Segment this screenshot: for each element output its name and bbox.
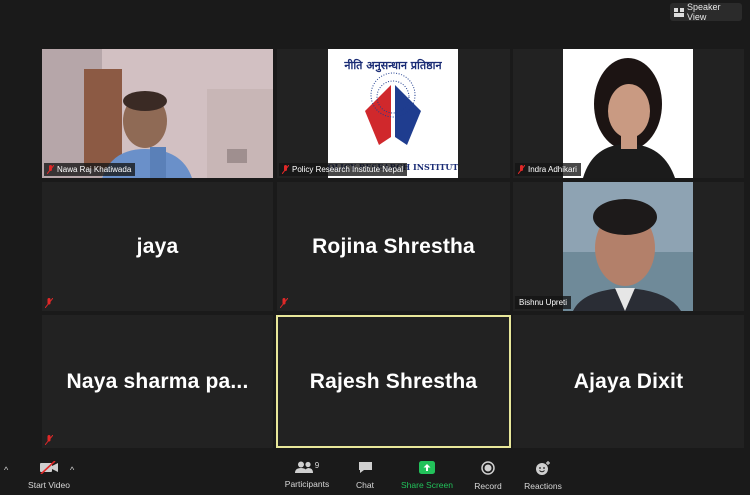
participant-tile-rajesh[interactable]: Rajesh Shrestha [276, 315, 511, 448]
meeting-toolbar: ^ Start Video ^ 9 Participants Chat Shar… [0, 451, 750, 495]
mic-muted-icon [45, 298, 53, 308]
participants-button[interactable]: 9 Participants [282, 461, 332, 489]
participant-tile-bishnu[interactable]: Bishnu Upreti [513, 182, 744, 311]
start-video-label: Start Video [28, 480, 70, 490]
chat-label: Chat [356, 480, 374, 490]
record-button[interactable]: Record [472, 461, 504, 491]
mic-muted-icon [280, 298, 288, 308]
mic-muted-icon [518, 165, 525, 174]
share-screen-label: Share Screen [401, 480, 453, 490]
participant-tile-naya[interactable]: Naya sharma pa... [42, 315, 273, 448]
mic-muted-icon [45, 435, 53, 445]
grid-icon [674, 7, 684, 17]
share-screen-button[interactable]: Share Screen [400, 461, 454, 490]
participant-display-name: Rojina Shrestha [312, 234, 475, 258]
participant-video [42, 49, 273, 178]
participants-icon [294, 461, 313, 473]
reactions-icon [536, 461, 550, 475]
participant-tile-indra[interactable]: Indra Adhikari [513, 49, 744, 178]
video-off-icon [40, 461, 58, 474]
participant-name: Bishnu Upreti [519, 298, 568, 307]
participant-name-label: Bishnu Upreti [515, 296, 572, 309]
speaker-view-label: Speaker View [687, 2, 721, 22]
participant-display-name: jaya [136, 234, 179, 258]
participant-name: Nawa Raj Khatiwada [57, 165, 132, 174]
video-options-caret-icon[interactable]: ^ [70, 465, 74, 475]
start-video-button[interactable]: Start Video [24, 461, 74, 490]
reactions-label: Reactions [524, 481, 562, 491]
participant-display-name: Naya sharma pa... [66, 369, 249, 393]
reactions-button[interactable]: Reactions [522, 461, 564, 491]
participant-tile-pri-nepal[interactable]: नीति अनुसन्धान प्रतिष्ठान POLICY RESEARC… [277, 49, 510, 178]
participants-count: 9 [314, 461, 320, 470]
record-label: Record [474, 481, 502, 491]
participant-name-label: Policy Research Institute Nepal [279, 163, 408, 176]
share-screen-icon [419, 461, 435, 474]
participant-name: Indra Adhikari [528, 165, 577, 174]
participant-video [563, 49, 693, 178]
mic-muted-icon [282, 165, 289, 174]
participants-label: Participants [284, 479, 330, 489]
participant-tile-nawa-raj[interactable]: Nawa Raj Khatiwada [42, 49, 273, 178]
participant-name-label: Indra Adhikari [515, 163, 581, 176]
participant-name-label: Nawa Raj Khatiwada [44, 163, 136, 176]
participant-tile-rojina[interactable]: Rojina Shrestha [277, 182, 510, 311]
participant-name: Policy Research Institute Nepal [292, 165, 404, 174]
participant-video [563, 182, 693, 311]
speaker-view-button[interactable]: Speaker View [670, 2, 742, 22]
participant-tile-jaya[interactable]: jaya [42, 182, 273, 311]
record-icon [481, 461, 495, 475]
participant-display-name: Ajaya Dixit [573, 369, 684, 393]
logo-text-top: नीति अनुसन्धान प्रतिष्ठान [343, 58, 442, 73]
participant-tile-ajaya[interactable]: Ajaya Dixit [513, 315, 744, 448]
pri-logo: नीति अनुसन्धान प्रतिष्ठान POLICY RESEARC… [328, 58, 458, 172]
audio-options-caret-icon[interactable]: ^ [4, 465, 8, 475]
mic-muted-icon [47, 165, 54, 174]
chat-icon [358, 462, 372, 473]
chat-button[interactable]: Chat [350, 461, 380, 490]
participant-display-name: Rajesh Shrestha [309, 369, 478, 393]
